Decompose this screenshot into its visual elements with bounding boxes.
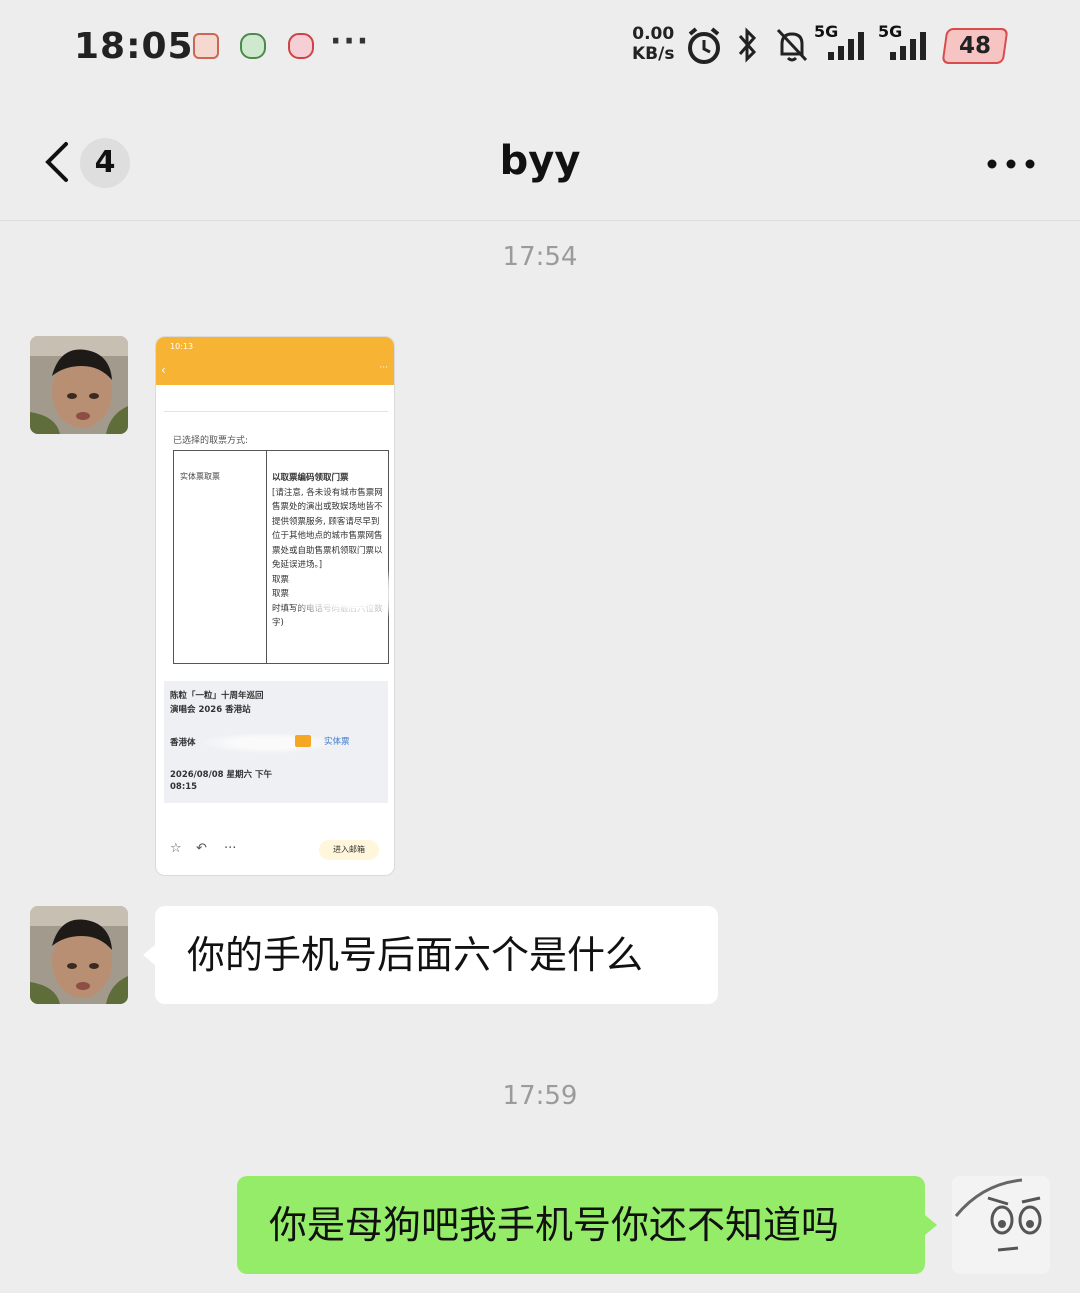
screenshot-date-2: 08:15 <box>170 782 198 792</box>
bubble-tail <box>143 945 155 965</box>
status-bar: 18:05 ··· 0.00 KB/s 5G 5G 48 <box>0 0 1080 100</box>
battery-level: 48 <box>958 33 991 59</box>
status-time: 18:05 <box>74 26 194 67</box>
screenshot-code-label: 取票 <box>272 574 290 585</box>
screenshot-choose-label: 已选择的取票方式: <box>173 436 249 446</box>
screenshot-event-title-2: 演唱会 2026 香港站 <box>170 705 251 715</box>
network-speed-unit: KB/s <box>632 44 675 64</box>
screenshot-pw-label: 取票 <box>272 589 290 599</box>
alarm-icon <box>688 27 720 64</box>
contact-avatar[interactable] <box>30 906 128 1004</box>
screenshot-redaction <box>204 733 334 753</box>
message-timestamp: 17:59 <box>502 1081 578 1111</box>
screenshot-redaction <box>291 569 394 619</box>
screenshot-divider <box>164 411 388 412</box>
outgoing-message-bubble[interactable]: 你是母狗吧我手机号你还不知道吗 <box>237 1176 925 1274</box>
screenshot-date-1: 2026/08/08 星期六 下午 <box>170 770 272 780</box>
contact-avatar[interactable] <box>30 336 128 434</box>
screenshot-back-icon: ‹ <box>161 363 166 377</box>
screenshot-mailbox-button: 进入邮箱 <box>319 840 379 860</box>
ticket-icon <box>295 735 311 747</box>
screenshot-method-left: 实体票取票 <box>180 472 220 481</box>
incoming-message-bubble[interactable]: 你的手机号后面六个是什么 <box>155 906 718 1004</box>
app-notification-icon <box>288 33 314 59</box>
screenshot-venue: 香港体 <box>170 738 196 748</box>
screenshot-event-title-1: 陈粒「一粒」十周年巡回 <box>170 691 264 701</box>
bluetooth-icon <box>738 27 757 63</box>
screenshot-method-title: 以取票编码领取门票 <box>272 473 349 483</box>
more-options-icon[interactable] <box>986 158 1036 170</box>
screenshot-more-icon: ··· <box>224 841 237 856</box>
screenshot-pickup-table: 实体票取票 以取票编码领取门票 [请注意, 各未设有城市售票网售票处的演出或致娱… <box>173 450 389 664</box>
more-notifications-icon: ··· <box>330 24 371 59</box>
screenshot-ticket-type: 实体票 <box>324 737 350 747</box>
screenshot-reply-icon: ↶ <box>196 841 207 856</box>
screenshot-app-header: 10:13 ‹ ··· <box>156 337 394 385</box>
network-speed-value: 0.00 <box>632 24 675 44</box>
screenshot-footer: ☆ ↶ ··· 进入邮箱 <box>156 835 394 865</box>
screenshot-star-icon: ☆ <box>170 841 182 856</box>
network-speed: 0.00 KB/s <box>632 24 674 64</box>
message-timestamp: 17:54 <box>502 242 578 272</box>
app-notification-icon <box>240 33 266 59</box>
bubble-tail <box>925 1215 937 1235</box>
chat-header: 4 byy <box>0 100 1080 221</box>
screenshot-method-body: [请注意, 各未设有城市售票网售票处的演出或致娱场地皆不提供领票服务, 顾客请尽… <box>272 487 383 571</box>
chat-title: byy <box>499 138 581 184</box>
screenshot-more-icon: ··· <box>379 363 388 373</box>
battery-icon: 48 <box>941 28 1009 64</box>
my-avatar[interactable] <box>952 1176 1050 1274</box>
image-message[interactable]: 10:13 ‹ ··· 已选择的取票方式: 实体票取票 以取票编码领取门票 [请… <box>155 336 395 876</box>
signal-icon <box>828 32 864 60</box>
signal-icon <box>890 32 926 60</box>
screenshot-event-card: 陈粒「一粒」十周年巡回 演唱会 2026 香港站 香港体 实体票 2026/08… <box>164 681 388 803</box>
app-notification-icon <box>193 33 219 59</box>
silent-bell-icon <box>776 28 808 62</box>
screenshot-status-time: 10:13 <box>170 342 194 351</box>
